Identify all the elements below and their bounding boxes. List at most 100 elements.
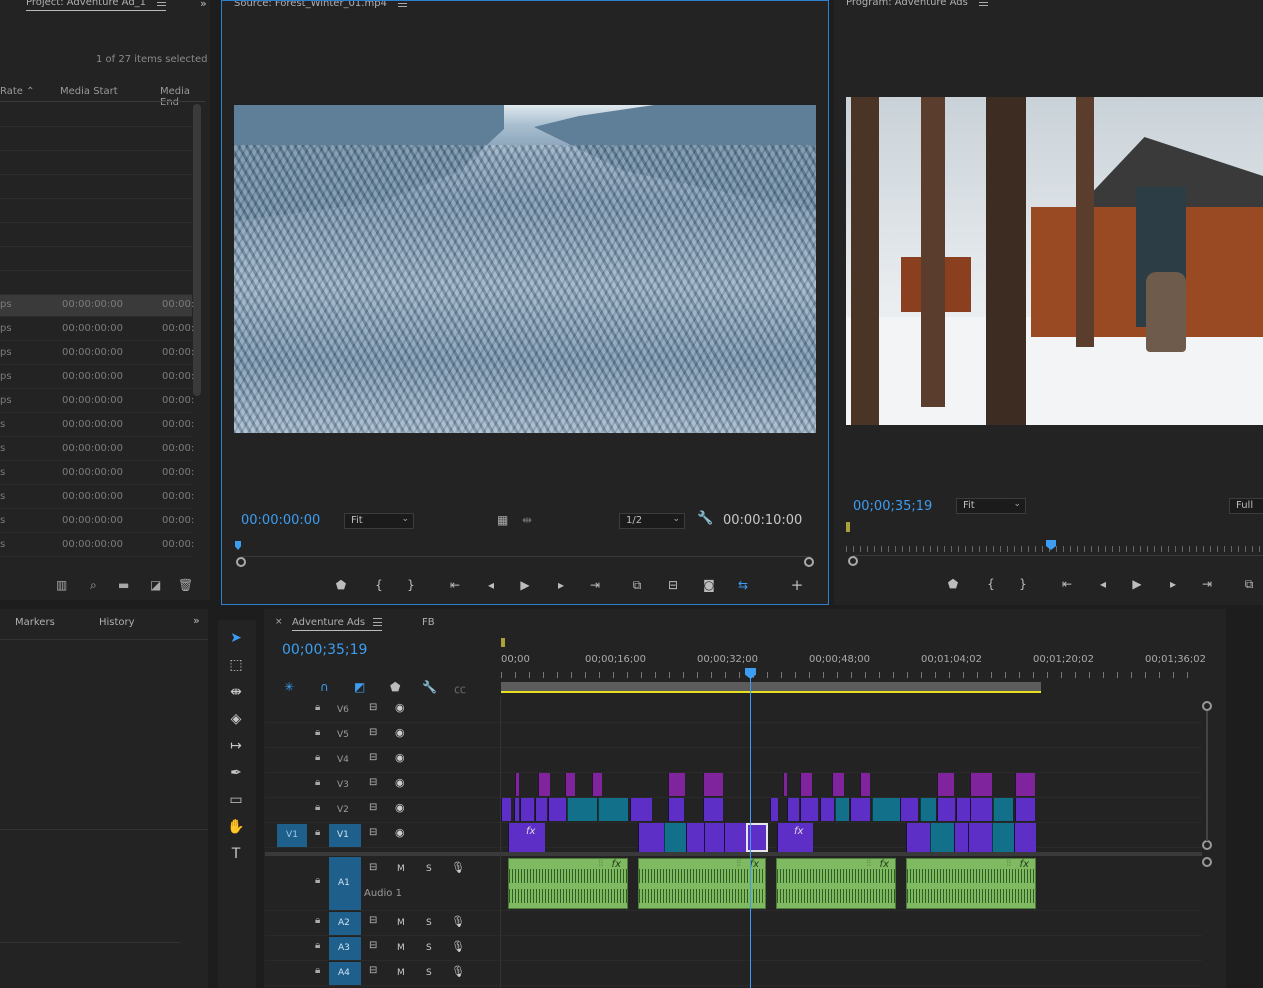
type-tool-icon[interactable]: T	[226, 844, 246, 864]
track-name[interactable]: V4	[337, 755, 349, 765]
video-clip-v3[interactable]	[800, 773, 812, 796]
video-clip-v3[interactable]	[515, 773, 519, 796]
track-name[interactable]: V2	[337, 805, 349, 815]
solo-button[interactable]: S	[426, 943, 432, 953]
source-tab[interactable]: Source: Forest_Winter_01.mp4	[234, 1, 408, 12]
in-handle-icon[interactable]	[236, 557, 246, 567]
track-name[interactable]: A1	[338, 878, 350, 888]
play-icon[interactable]: ▶	[1128, 576, 1146, 592]
program-scrub-bar[interactable]	[848, 555, 1263, 566]
audio-clip-a1[interactable]: fx ⫶⫶	[508, 858, 628, 909]
play-icon[interactable]: ▶	[516, 577, 534, 593]
table-row[interactable]: ps 00:00:00:00 00:00:	[0, 390, 194, 413]
project-scrollbar[interactable]	[193, 104, 201, 396]
video-clip-v1[interactable]	[954, 823, 968, 852]
table-row[interactable]: ps 00:00:00:00 00:00:	[0, 366, 194, 389]
hand-tool-icon[interactable]: ✋	[226, 817, 246, 837]
lock-icon[interactable]: 🔒︎	[315, 875, 320, 886]
microphone-icon[interactable]: 🎙︎	[451, 861, 465, 874]
list-view-icon[interactable]: ▥	[56, 578, 67, 592]
video-clip-v2[interactable]	[520, 798, 534, 821]
pen-tool-icon[interactable]: ✒	[226, 763, 246, 783]
drag-video-icon[interactable]: ▦	[497, 513, 508, 527]
scroll-handle-icon[interactable]	[1202, 857, 1212, 867]
program-zoom-dropdown[interactable]: Fit ⌄	[956, 498, 1026, 514]
table-row[interactable]: s 00:00:00:00 00:00:	[0, 486, 194, 509]
toggle-proxies-icon[interactable]: ⇆	[734, 577, 752, 593]
step-back-icon[interactable]: ◂	[1094, 576, 1112, 592]
video-clip-v2[interactable]	[937, 798, 955, 821]
table-row[interactable]: s 00:00:00:00 00:00:	[0, 438, 194, 461]
track-name[interactable]: A3	[338, 943, 350, 953]
track-select-tool-icon[interactable]: ⬚	[226, 655, 246, 675]
panel-menu-icon[interactable]	[979, 0, 989, 6]
video-clip-v3[interactable]	[668, 773, 685, 796]
audio-clip-a1[interactable]: fx ⫶⫶	[638, 858, 766, 909]
video-clip-v3[interactable]	[538, 773, 550, 796]
audio-clip-a1[interactable]: fx ⫶⫶	[906, 858, 1036, 909]
tab-history[interactable]: History	[99, 617, 135, 628]
eye-icon[interactable]: ◉	[395, 826, 405, 839]
lock-icon[interactable]: 🔒︎	[315, 827, 320, 838]
program-tab[interactable]: Program: Adventure Ads	[846, 0, 989, 11]
rectangle-tool-icon[interactable]: ▭	[226, 790, 246, 810]
video-clip-v3[interactable]	[937, 773, 954, 796]
close-tab-icon[interactable]: ×	[275, 617, 283, 627]
overwrite-icon[interactable]: ⊟	[664, 577, 682, 593]
eye-icon[interactable]: ◉	[395, 776, 405, 789]
lock-icon[interactable]: 🔒︎	[315, 752, 320, 763]
lock-icon[interactable]: 🔒︎	[315, 965, 320, 976]
video-clip-v2[interactable]	[501, 798, 511, 821]
video-clip-v3[interactable]	[592, 773, 602, 796]
ripple-edit-tool-icon[interactable]: ⇼	[226, 682, 246, 702]
go-to-in-icon[interactable]: ⇤	[1058, 576, 1076, 592]
video-clip-v2[interactable]	[900, 798, 918, 821]
video-clip-v2[interactable]	[993, 798, 1013, 821]
video-clip-v3[interactable]	[565, 773, 575, 796]
track-name[interactable]: V5	[337, 730, 349, 740]
video-clip-v2[interactable]	[970, 798, 992, 821]
go-to-out-icon[interactable]: ⇥	[1198, 576, 1216, 592]
search-icon[interactable]: ⌕	[90, 578, 97, 593]
microphone-icon[interactable]: 🎙︎	[451, 940, 465, 953]
video-clip-v1[interactable]	[664, 823, 686, 852]
video-clip-v2[interactable]	[800, 798, 818, 821]
table-row[interactable]: s 00:00:00:00 00:00:	[0, 414, 194, 437]
table-row[interactable]: ps 00:00:00:00 00:00:	[0, 294, 194, 317]
snap-icon[interactable]: ∩	[320, 680, 329, 694]
track-name[interactable]: V3	[337, 780, 349, 790]
step-back-icon[interactable]: ◂	[482, 577, 500, 593]
track-name[interactable]: A2	[338, 918, 350, 928]
source-scrub-bar[interactable]	[236, 556, 814, 567]
track-name[interactable]: V1	[337, 830, 349, 840]
sync-lock-icon[interactable]: ⊟	[369, 940, 377, 951]
new-bin-icon[interactable]: ▬	[118, 578, 129, 592]
video-clip-v3[interactable]	[860, 773, 870, 796]
mute-button[interactable]: M	[397, 943, 405, 953]
step-forward-icon[interactable]: ▸	[552, 577, 570, 593]
selection-tool-icon[interactable]: ➤	[226, 628, 246, 648]
video-clip-v1[interactable]	[968, 823, 992, 852]
project-tab[interactable]: Project: Adventure Ad_1	[26, 0, 167, 11]
video-clip-v3[interactable]	[1015, 773, 1035, 796]
panel-menu-icon[interactable]	[373, 618, 383, 626]
lock-icon[interactable]: 🔒︎	[315, 940, 320, 951]
razor-tool-icon[interactable]: ◈	[226, 709, 246, 729]
add-marker-icon[interactable]: ⬟	[390, 680, 400, 694]
video-clip-v1[interactable]	[930, 823, 954, 852]
insert-icon[interactable]: ⧉	[628, 577, 646, 593]
audio-clip-a1[interactable]: fx ⫶⫶	[776, 858, 896, 909]
solo-button[interactable]: S	[426, 864, 432, 874]
lift-icon[interactable]: ⧉	[1240, 576, 1258, 592]
video-clip-v2[interactable]	[567, 798, 597, 821]
add-marker-icon[interactable]: ⬟	[944, 576, 962, 592]
sync-lock-icon[interactable]: ⊟	[369, 802, 377, 813]
mark-out-icon[interactable]: }	[402, 577, 420, 593]
video-clip-v1[interactable]	[686, 823, 704, 852]
panel-menu-icon[interactable]	[398, 1, 408, 7]
sync-lock-icon[interactable]: ⊟	[369, 827, 377, 838]
video-clip-v2[interactable]	[630, 798, 652, 821]
video-clip-v2[interactable]	[1015, 798, 1035, 821]
microphone-icon[interactable]: 🎙︎	[451, 915, 465, 928]
eye-icon[interactable]: ◉	[395, 726, 405, 739]
